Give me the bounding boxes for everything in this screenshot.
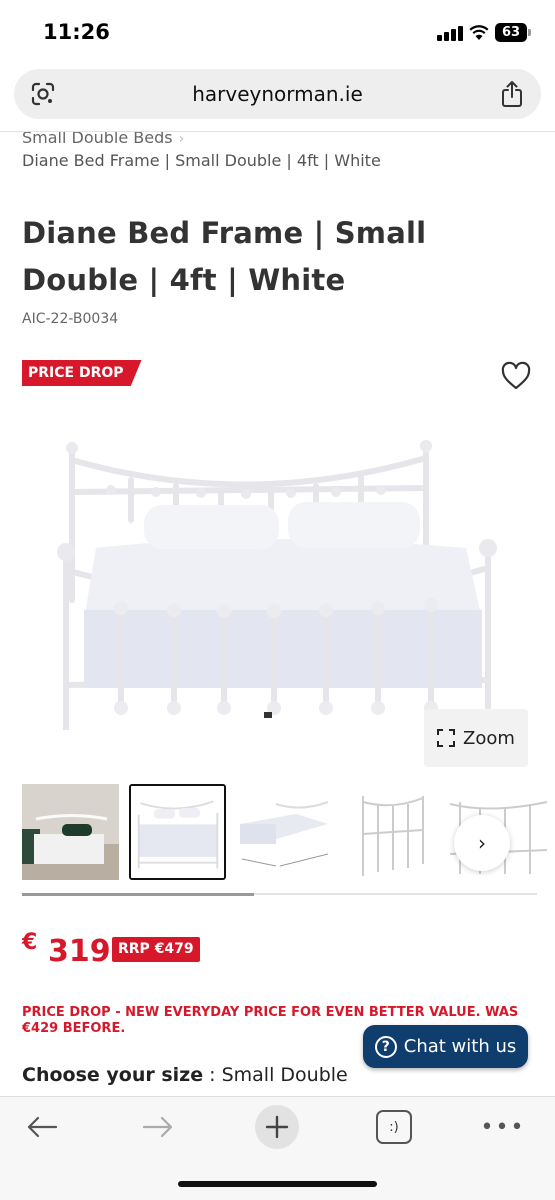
back-button[interactable] — [22, 1107, 62, 1147]
thumbnail-scrollbar[interactable] — [22, 893, 537, 896]
chat-with-us-button[interactable]: ? Chat with us — [363, 1025, 528, 1068]
thumbnail-3[interactable] — [236, 784, 333, 880]
help-icon: ? — [374, 1035, 397, 1058]
new-tab-button[interactable] — [255, 1105, 299, 1149]
breadcrumb-separator: › — [178, 131, 185, 147]
rrp-badge: RRP €479 — [112, 937, 200, 962]
chat-label: Chat with us — [403, 1036, 517, 1057]
product-sku: AIC-22-B0034 — [22, 311, 119, 327]
battery-level: 63 — [495, 23, 527, 42]
home-indicator — [178, 1181, 377, 1187]
share-icon[interactable] — [499, 80, 525, 108]
zoom-button[interactable]: Zoom — [424, 709, 528, 767]
battery-icon: 63 — [495, 23, 531, 42]
heart-outline-icon[interactable] — [500, 361, 532, 391]
size-selector-heading: Choose your size : Small Double — [22, 1064, 348, 1086]
divider — [0, 131, 555, 132]
thumbnail-4[interactable] — [343, 784, 440, 880]
thumbnail-scroll-progress — [22, 893, 254, 896]
forward-button[interactable] — [138, 1107, 178, 1147]
status-time: 11:26 — [43, 20, 110, 44]
size-label: Choose your size — [22, 1064, 204, 1086]
signal-icon — [437, 25, 463, 41]
plus-icon — [265, 1115, 289, 1139]
url-text[interactable]: harveynorman.ie — [14, 82, 541, 106]
product-title: Diane Bed Frame | Small Double | 4ft | W… — [22, 216, 427, 297]
thumbnail-next-button[interactable]: › — [454, 815, 510, 871]
thumbnail-1[interactable] — [22, 784, 119, 880]
tabs-button[interactable]: :) — [376, 1110, 412, 1144]
more-options-button[interactable]: ••• — [481, 1107, 524, 1147]
wifi-icon — [469, 25, 489, 40]
product-image[interactable] — [56, 430, 501, 730]
zoom-label: Zoom — [463, 727, 515, 749]
expand-icon — [437, 729, 456, 747]
size-value: Small Double — [221, 1064, 348, 1086]
size-separator: : — [203, 1064, 222, 1086]
price-amount: 319 — [48, 934, 111, 969]
price-drop-badge: PRICE DROP — [22, 360, 142, 386]
arrow-right-icon — [142, 1116, 173, 1138]
price-currency: € — [22, 930, 38, 955]
thumbnail-2[interactable] — [129, 784, 226, 880]
breadcrumb-current: Diane Bed Frame | Small Double | 4ft | W… — [22, 151, 381, 170]
status-bar: 11:26 63 — [0, 0, 555, 62]
arrow-left-icon — [27, 1116, 58, 1138]
address-bar[interactable]: harveynorman.ie — [14, 69, 541, 119]
